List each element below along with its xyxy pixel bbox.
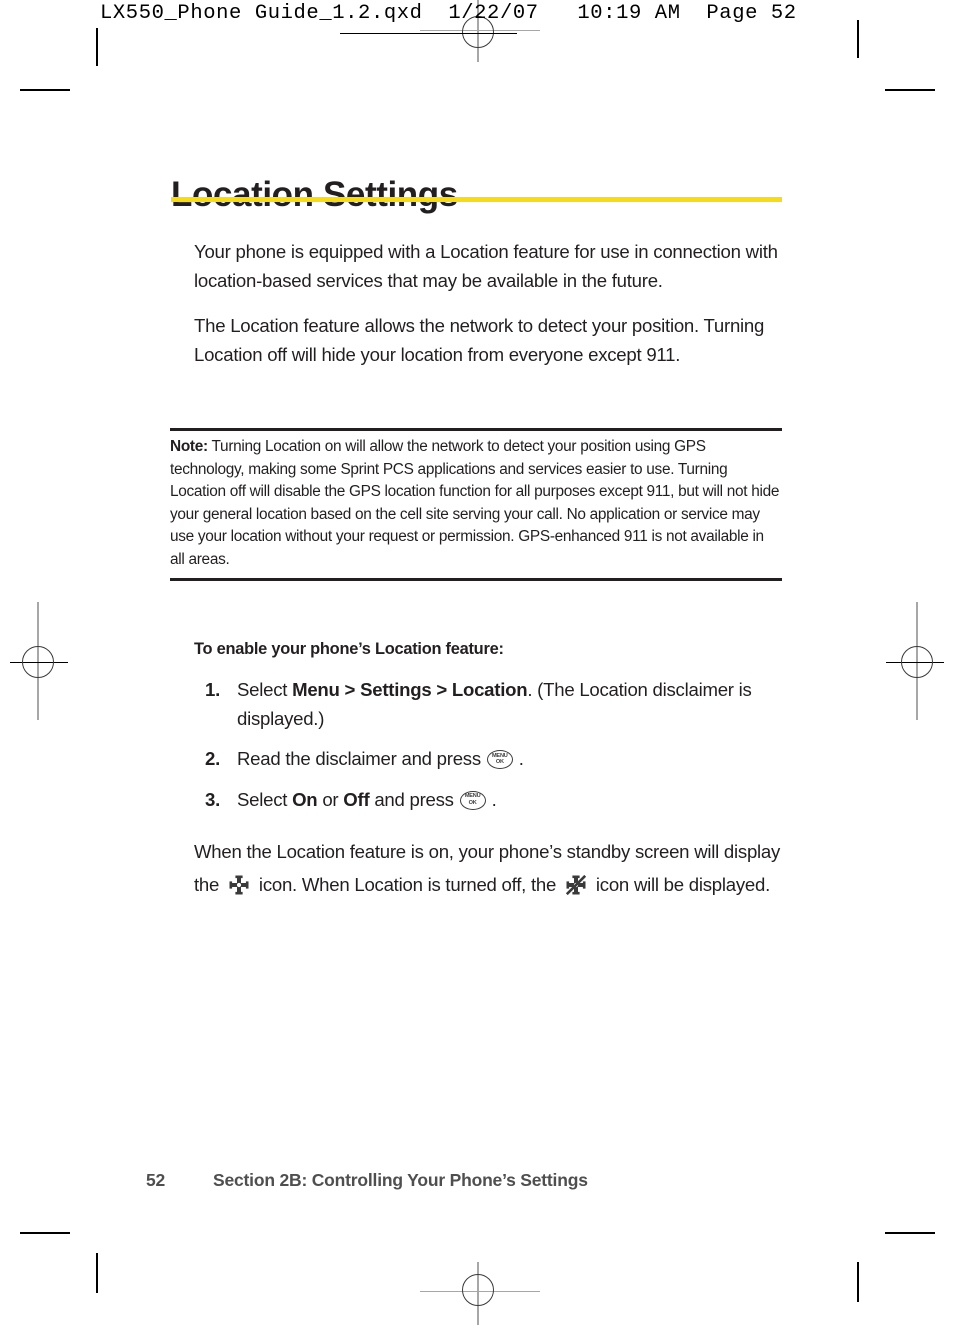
crop-mark-top-right-horizontal <box>885 89 935 91</box>
intro-paragraph-2: The Location feature allows the network … <box>194 315 765 365</box>
step-3: 3. Select On or Off and press MENU OK . <box>194 786 784 815</box>
page-footer: 52 Section 2B: Controlling Your Phone’s … <box>146 1170 588 1191</box>
crop-mark-bottom-left-horizontal <box>20 1232 70 1234</box>
menu-ok-key-icon: MENU OK <box>459 790 486 810</box>
closing-paragraph: When the Location feature is on, your ph… <box>194 836 786 901</box>
step-1-menu-path: Menu > Settings > Location <box>292 679 528 700</box>
step-2-body: Read the disclaimer and press MENU OK . <box>237 745 784 774</box>
menu-ok-key-bottom-label: OK <box>495 759 504 766</box>
step-3-option-off: Off <box>343 788 370 810</box>
step-3-body: Select On or Off and press MENU OK . <box>237 786 784 815</box>
registration-target-bottom <box>462 1274 494 1306</box>
step-1-text-before: Select <box>237 679 293 700</box>
step-1-number: 1. <box>205 679 221 700</box>
menu-ok-key-top-label: MENU <box>491 752 508 759</box>
footer-section-title: Section 2B: Controlling Your Phone’s Set… <box>213 1170 588 1190</box>
step-2-text-after: . <box>513 748 524 769</box>
intro-paragraph-1: Your phone is equipped with a Location f… <box>194 241 778 291</box>
menu-ok-key-bottom-label: OK <box>468 799 477 806</box>
crop-mark-top-right-vertical <box>857 20 859 58</box>
step-2: 2. Read the disclaimer and press MENU OK … <box>194 745 784 774</box>
step-3-text-after: and press <box>369 788 459 810</box>
note-box: Note: Turning Location on will allow the… <box>170 428 782 581</box>
note-label: Note: <box>170 438 208 455</box>
crop-mark-bottom-right-vertical <box>857 1262 859 1302</box>
step-2-number: 2. <box>205 748 221 769</box>
registration-target-left <box>22 646 54 678</box>
step-3-option-on: On <box>292 788 318 810</box>
menu-ok-key-icon: MENU OK <box>486 750 513 769</box>
slug-underline <box>340 33 517 34</box>
crop-mark-top-left-vertical <box>96 28 98 66</box>
crop-mark-top-left-horizontal <box>20 89 70 91</box>
step-3-text-before: Select <box>237 788 293 810</box>
crop-mark-bottom-right-horizontal <box>885 1232 935 1234</box>
closing-text-part3: icon will be displayed. <box>591 873 771 895</box>
location-off-icon <box>564 873 588 897</box>
step-3-number: 3. <box>205 788 221 810</box>
step-1: 1. Select Menu > Settings > Location. (T… <box>194 676 784 733</box>
file-slug-line: LX550_Phone Guide_1.2.qxd 1/22/07 10:19 … <box>100 2 797 25</box>
intro-paragraphs: Your phone is equipped with a Location f… <box>194 238 782 386</box>
footer-page-number: 52 <box>146 1170 166 1190</box>
title-underline-rule <box>171 197 782 202</box>
page-title: Location Settings <box>171 175 458 215</box>
step-2-text-before: Read the disclaimer and press <box>237 748 486 769</box>
note-body: Turning Location on will allow the netwo… <box>170 438 780 568</box>
crop-mark-bottom-left-vertical <box>96 1253 98 1293</box>
closing-text-part2: icon. When Location is turned off, the <box>254 873 561 895</box>
note-bottom-rule <box>170 577 782 581</box>
registration-target-right <box>901 646 933 678</box>
step-3-text-mid: or <box>317 788 344 810</box>
procedure-steps: 1. Select Menu > Settings > Location. (T… <box>194 676 784 826</box>
step-3-text-end: . <box>486 788 497 810</box>
procedure-heading: To enable your phone’s Location feature: <box>194 640 504 658</box>
note-text: Note: Turning Location on will allow the… <box>170 431 782 572</box>
location-on-icon <box>227 873 251 897</box>
step-1-body: Select Menu > Settings > Location. (The … <box>237 676 784 733</box>
menu-ok-key-top-label: MENU <box>464 793 481 800</box>
